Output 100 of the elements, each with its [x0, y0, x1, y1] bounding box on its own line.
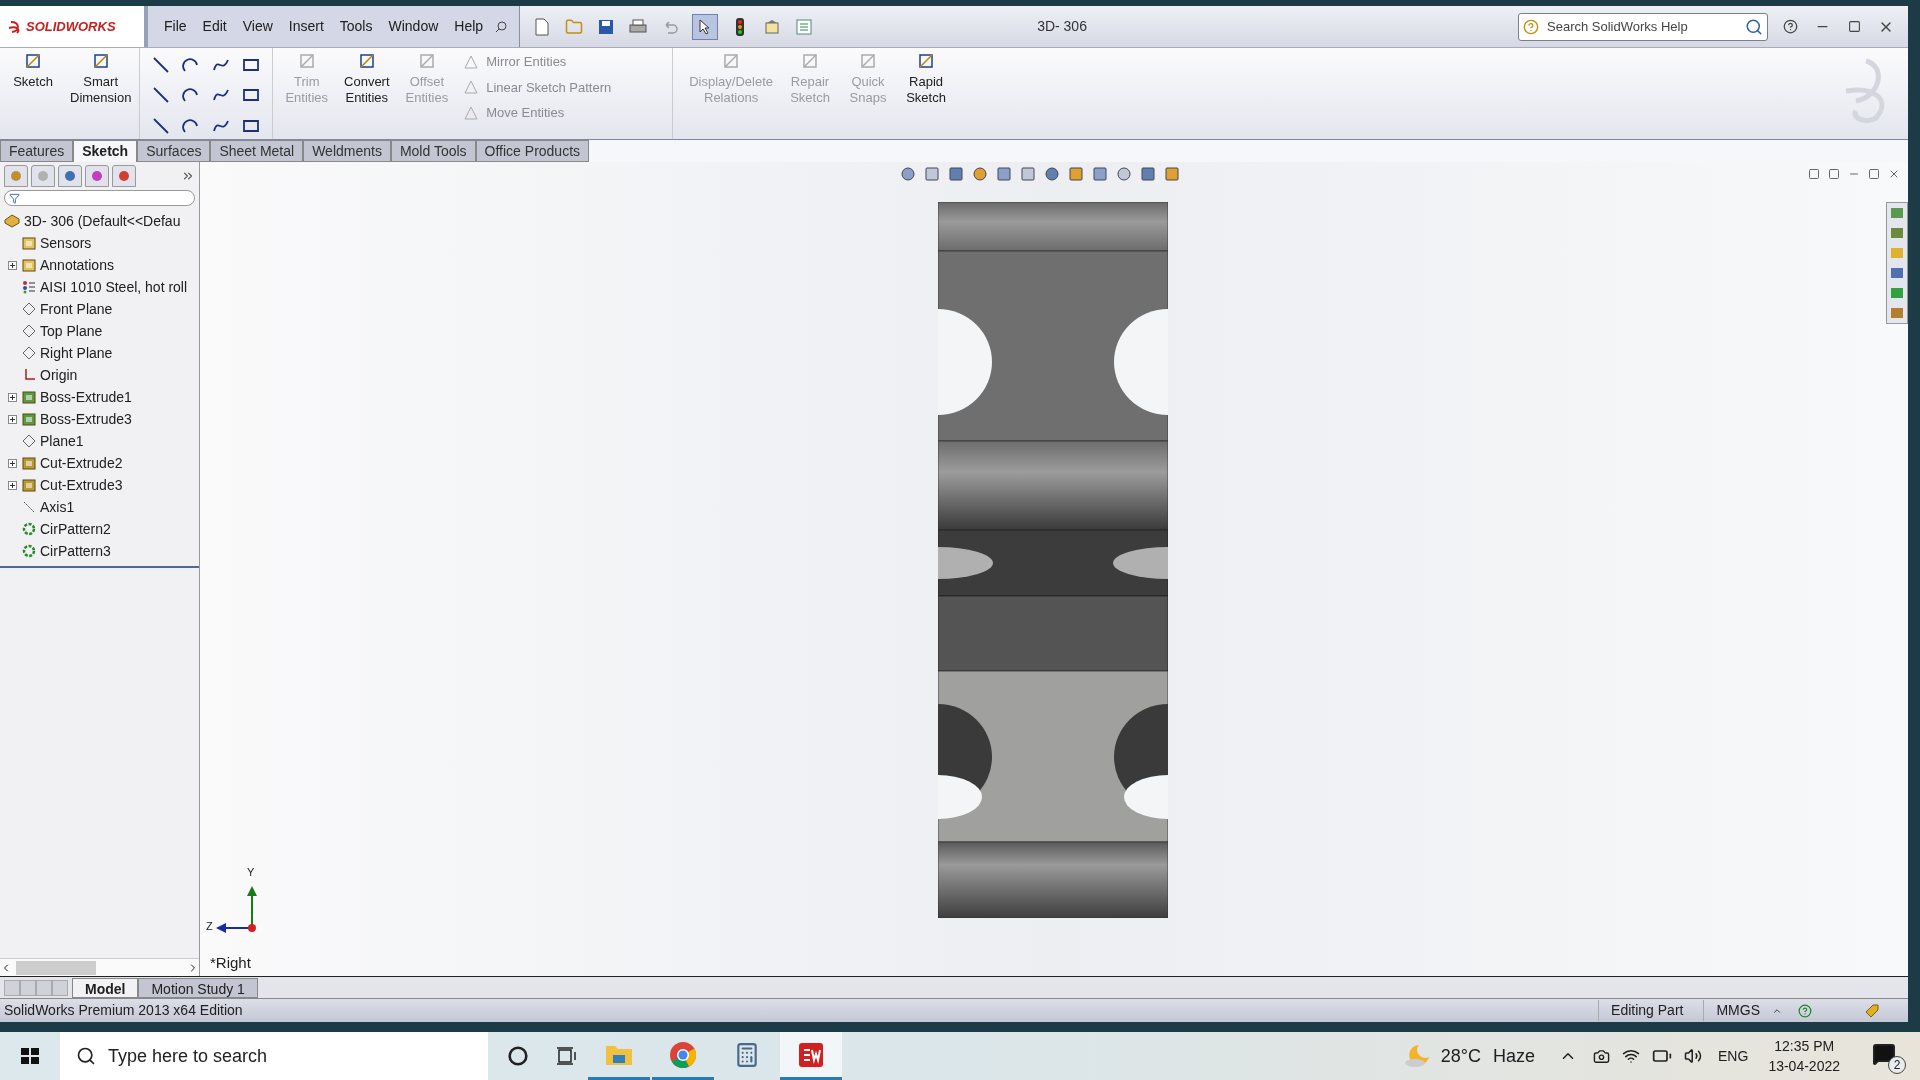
view-tool-icon[interactable] [996, 166, 1012, 182]
view-tool-icon[interactable] [972, 166, 988, 182]
expand-plus-icon[interactable] [8, 392, 17, 402]
tree-item[interactable]: Annotations [40, 254, 114, 276]
restore-icon[interactable] [1868, 168, 1880, 180]
menu-item[interactable]: Tools [331, 16, 381, 37]
language-indicator[interactable]: ENG [1718, 1045, 1749, 1067]
command-tab[interactable]: Weldments [303, 140, 391, 162]
command-tab[interactable]: Office Products [475, 140, 590, 162]
plane-icon [22, 302, 36, 316]
browser-icon [669, 1040, 697, 1069]
view-tool-icon[interactable] [1020, 166, 1036, 182]
command-tab[interactable]: Features [0, 140, 74, 162]
temperature-label[interactable]: 28°C [1440, 1042, 1481, 1070]
tree-item[interactable]: Sensors [40, 232, 92, 254]
ribbon-button[interactable]: Smart Dimension [62, 48, 140, 106]
tree-item[interactable]: Right Plane [40, 342, 113, 364]
view-tool-icon[interactable] [948, 166, 964, 182]
tree-item[interactable]: Boss-Extrude1 [40, 386, 132, 408]
view-tool-icon[interactable] [1116, 166, 1132, 182]
folder-feature-icon [22, 236, 36, 250]
menu-item[interactable]: Window [380, 16, 447, 37]
sketch-entity-icon[interactable] [152, 86, 171, 105]
sketch-entity-icon[interactable] [182, 116, 201, 135]
relations-tool-icon [917, 52, 935, 70]
view-tool-icon[interactable] [924, 166, 940, 182]
ribbon-button[interactable]: Rapid Sketch [897, 48, 955, 139]
menu-item[interactable]: Insert [280, 16, 332, 37]
expand-plus-icon[interactable] [8, 458, 17, 468]
menu-item[interactable]: File [156, 16, 195, 37]
weather-label[interactable]: Haze [1493, 1042, 1536, 1070]
scrollbar-thumb[interactable] [16, 960, 96, 975]
entity-tool-icon [417, 52, 436, 70]
entity-tool-icon [297, 52, 316, 70]
tree-item[interactable]: CirPattern3 [40, 540, 111, 562]
camera-icon[interactable] [1593, 1047, 1611, 1065]
close-icon[interactable] [1888, 168, 1900, 180]
boss-feature-icon [22, 390, 36, 404]
tree-item[interactable]: CirPattern2 [40, 518, 111, 540]
tree-filter-field[interactable] [4, 190, 195, 206]
cortana-icon[interactable] [508, 1046, 528, 1066]
menu-item[interactable]: View [234, 16, 281, 37]
ribbon-button[interactable]: Convert Entities [336, 48, 398, 139]
command-tab[interactable]: Surfaces [137, 140, 211, 162]
sketch-entity-icon[interactable] [242, 56, 261, 74]
tree-item[interactable]: Front Plane [40, 298, 113, 320]
clock-time[interactable]: 12:35 PM [1774, 1036, 1835, 1056]
tile-right-icon[interactable] [1828, 168, 1840, 180]
wifi-icon[interactable] [1622, 1047, 1641, 1065]
rebuild-help-icon[interactable] [1798, 1003, 1812, 1018]
tree-item[interactable]: Cut-Extrude2 [40, 452, 123, 474]
task-view-icon[interactable] [556, 1046, 578, 1066]
model-tab[interactable]: Model [72, 977, 139, 998]
tree-item[interactable]: Top Plane [40, 320, 103, 342]
taskbar-app[interactable] [780, 1032, 842, 1080]
edition-status: SolidWorks Premium 2013 x64 Edition [4, 1001, 243, 1020]
menu-item[interactable]: Help [446, 16, 492, 37]
notifications-icon[interactable] [1872, 1042, 1896, 1066]
command-tab[interactable]: Sketch [73, 140, 138, 162]
model-tab[interactable]: Motion Study 1 [138, 977, 258, 998]
expand-plus-icon[interactable] [8, 414, 17, 424]
help-search-field[interactable]: Search SolidWorks Help [1547, 13, 1737, 40]
axis-z-label: Z [206, 918, 213, 934]
tree-item[interactable]: Boss-Extrude3 [40, 408, 132, 430]
tree-item[interactable]: Axis1 [40, 496, 75, 518]
command-tab[interactable]: Sheet Metal [210, 140, 304, 162]
search-icon [76, 1046, 96, 1066]
sketch-entity-icon[interactable] [152, 56, 171, 74]
view-tool-icon[interactable] [1068, 166, 1084, 182]
view-tool-icon[interactable] [1092, 166, 1108, 182]
window-title: 3D- 306 [1037, 17, 1087, 36]
expand-panel-icon[interactable] [181, 169, 195, 183]
expand-plus-icon[interactable] [8, 480, 17, 490]
tile-left-icon[interactable] [1808, 168, 1820, 180]
material-icon [22, 280, 36, 294]
command-tab[interactable]: Mold Tools [390, 140, 476, 162]
sketch-entity-icon[interactable] [182, 56, 201, 74]
view-tool-icon[interactable] [900, 166, 916, 182]
volume-icon[interactable] [1684, 1047, 1703, 1065]
view-tool-icon[interactable] [1044, 166, 1060, 182]
tree-item[interactable]: Cut-Extrude3 [40, 474, 123, 496]
tree-item[interactable]: Plane1 [40, 430, 84, 452]
help-icon [1523, 18, 1539, 35]
plane-icon [22, 434, 36, 448]
select-pointer-icon[interactable] [692, 13, 719, 40]
help-search-box[interactable]: Search SolidWorks Help [1518, 12, 1768, 41]
ribbon-button[interactable]: Sketch [4, 48, 62, 90]
cad-app-icon [797, 1040, 825, 1069]
menu-item[interactable]: Edit [194, 16, 235, 37]
view-tool-icon[interactable] [1140, 166, 1156, 182]
view-tool-icon[interactable] [1164, 166, 1180, 182]
units-selector[interactable]: MMGS [1703, 1000, 1772, 1021]
expand-plus-icon[interactable] [8, 260, 17, 270]
relations-tool-icon [859, 52, 877, 70]
sketch-entity-icon[interactable] [152, 116, 171, 135]
clock-date[interactable]: 13-04-2022 [1768, 1056, 1840, 1076]
tree-item[interactable]: Origin [40, 364, 78, 386]
tag-icon[interactable] [1864, 1002, 1880, 1019]
tree-root-label[interactable]: 3D- 306 (Default<<Defau [24, 210, 181, 232]
tree-item[interactable]: AISI 1010 Steel, hot roll [40, 276, 188, 298]
